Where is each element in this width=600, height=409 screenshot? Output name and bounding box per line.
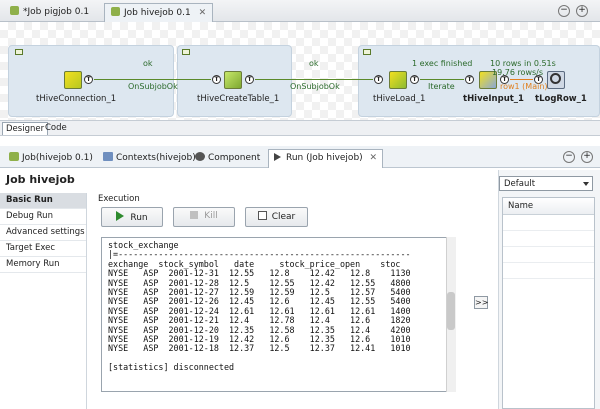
run-button[interactable]: Run bbox=[101, 207, 163, 227]
output-port[interactable]: T bbox=[84, 75, 93, 84]
link-label: ok bbox=[143, 59, 153, 68]
job-icon bbox=[9, 152, 19, 161]
chevron-down-icon[interactable] bbox=[583, 182, 589, 186]
link-onsubjobok-1[interactable] bbox=[94, 79, 211, 80]
tab-contexts[interactable]: Contexts(hivejob) bbox=[98, 149, 201, 168]
link-label: OnSubjobOk bbox=[290, 82, 340, 91]
nav-basic-run[interactable]: Basic Run bbox=[0, 193, 86, 209]
link-label: Iterate bbox=[428, 82, 455, 91]
output-port[interactable]: T bbox=[410, 75, 419, 84]
stop-icon bbox=[190, 211, 199, 219]
view-tab-bar: Designer Code bbox=[0, 120, 600, 136]
input-port[interactable]: T bbox=[465, 75, 474, 84]
subjob-toggle-icon[interactable] bbox=[15, 49, 23, 55]
job-designer-canvas[interactable]: T T T T T T T T ok OnSubjobOk ok OnSubjo… bbox=[0, 22, 600, 120]
component-label: tHiveInput_1 bbox=[463, 94, 524, 104]
subjob-toggle-icon[interactable] bbox=[182, 49, 190, 55]
minimize-icon[interactable]: − bbox=[558, 5, 570, 17]
hive-connection-icon[interactable] bbox=[64, 71, 82, 89]
component-label: tHiveCreateTable_1 bbox=[197, 94, 280, 104]
hive-load-icon[interactable] bbox=[389, 71, 407, 89]
minimize-icon[interactable]: − bbox=[563, 151, 575, 163]
link-label: row1 (Main) bbox=[500, 82, 548, 91]
input-port[interactable]: T bbox=[212, 75, 221, 84]
play-icon bbox=[116, 211, 125, 221]
console-scroll-thumb[interactable] bbox=[447, 292, 455, 330]
contexts-icon bbox=[103, 152, 113, 161]
input-port[interactable]: T bbox=[374, 75, 383, 84]
clear-icon bbox=[257, 211, 267, 220]
maximize-icon[interactable]: + bbox=[576, 5, 588, 17]
maximize-icon[interactable]: + bbox=[581, 151, 593, 163]
tab-component[interactable]: Component bbox=[190, 149, 265, 168]
close-icon[interactable]: ✕ bbox=[199, 8, 207, 18]
nav-advanced-settings[interactable]: Advanced settings bbox=[0, 225, 86, 241]
tab-job[interactable]: Job(hivejob 0.1) bbox=[4, 149, 98, 168]
execution-label: Execution bbox=[98, 194, 140, 204]
subjob-toggle-icon[interactable] bbox=[363, 49, 371, 55]
table-row[interactable] bbox=[503, 263, 594, 279]
magnifier-icon bbox=[550, 73, 561, 84]
run-settings-nav: Basic Run Debug Run Advanced settings Ta… bbox=[0, 193, 87, 409]
editor-tab-bar: *Job pigjob 0.1 Job hivejob 0.1 ✕ − + bbox=[0, 0, 600, 22]
component-label: tHiveConnection_1 bbox=[36, 94, 117, 104]
component-label: tHiveLoad_1 bbox=[373, 94, 426, 104]
log-row-icon[interactable] bbox=[547, 71, 565, 89]
component-icon bbox=[195, 152, 205, 161]
link-onsubjobok-2[interactable] bbox=[255, 79, 373, 80]
pane-tab-bar: Job(hivejob 0.1) Contexts(hivejob) Compo… bbox=[0, 146, 600, 168]
output-port[interactable]: T bbox=[245, 75, 254, 84]
job-icon bbox=[10, 6, 19, 15]
link-label: 1 exec finished bbox=[412, 59, 473, 68]
tab-run[interactable]: Run (Job hivejob) ✕ bbox=[268, 149, 384, 168]
link-row1[interactable] bbox=[510, 79, 533, 80]
rows-stat: 10 rows in 0.51s bbox=[490, 59, 556, 68]
run-console[interactable]: stock_exchange |=-----------------------… bbox=[101, 237, 455, 392]
link-label: ok bbox=[309, 59, 319, 68]
table-row[interactable] bbox=[503, 215, 594, 231]
close-icon[interactable]: ✕ bbox=[370, 153, 378, 163]
tab-pigjob[interactable]: *Job pigjob 0.1 bbox=[4, 3, 95, 22]
clear-button[interactable]: Clear bbox=[245, 207, 308, 227]
editor-controls: − + bbox=[544, 3, 598, 19]
nav-memory-run[interactable]: Memory Run bbox=[0, 257, 86, 273]
hive-createtable-icon[interactable] bbox=[224, 71, 242, 89]
link-iterate[interactable] bbox=[420, 79, 464, 80]
link-label: OnSubjobOk bbox=[128, 82, 178, 91]
rate-stat: 19.76 rows/s bbox=[492, 68, 544, 77]
job-title: Job hivejob bbox=[6, 173, 75, 186]
job-icon bbox=[111, 7, 120, 16]
table-row[interactable] bbox=[503, 231, 594, 247]
context-variables-table[interactable]: Name bbox=[502, 197, 595, 409]
context-select[interactable]: Default bbox=[499, 176, 593, 191]
console-output: stock_exchange |=-----------------------… bbox=[108, 240, 411, 373]
tab-hivejob[interactable]: Job hivejob 0.1 ✕ bbox=[104, 3, 214, 22]
move-right-button[interactable]: >> bbox=[474, 296, 488, 309]
component-label: tLogRow_1 bbox=[535, 94, 587, 104]
nav-target-exec[interactable]: Target Exec bbox=[0, 241, 86, 257]
run-icon bbox=[274, 153, 281, 161]
nav-debug-run[interactable]: Debug Run bbox=[0, 209, 86, 225]
table-row[interactable] bbox=[503, 247, 594, 263]
tab-code[interactable]: Code bbox=[42, 122, 70, 135]
kill-button[interactable]: Kill bbox=[173, 207, 235, 227]
column-header-name[interactable]: Name bbox=[503, 198, 594, 215]
